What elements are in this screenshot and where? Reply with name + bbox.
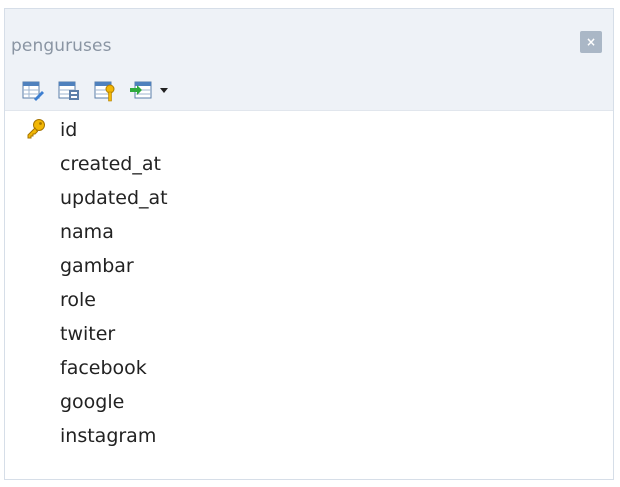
table-properties-button[interactable] [57,79,81,103]
field-name: gambar [60,255,134,277]
field-list: id created_at updated_at nama gambar rol… [5,113,613,453]
primary-key-icon [27,119,45,139]
primary-key-button[interactable] [93,79,117,103]
field-item-role[interactable]: role [5,283,613,317]
field-item-facebook[interactable]: facebook [5,351,613,385]
primary-key-icon [94,81,115,102]
field-item-google[interactable]: google [5,385,613,419]
field-item-created-at[interactable]: created_at [5,147,613,181]
field-item-id[interactable]: id [5,113,613,147]
toolbar [5,71,613,111]
field-name: instagram [60,425,157,447]
table-properties-icon [58,81,79,100]
edit-table-button[interactable] [21,79,45,103]
table-panel: penguruses × id created_at updated_at na… [4,8,614,480]
field-name: created_at [60,153,161,175]
field-item-nama[interactable]: nama [5,215,613,249]
field-name: updated_at [60,187,168,209]
panel-header: penguruses × [5,9,613,71]
field-item-gambar[interactable]: gambar [5,249,613,283]
close-button[interactable]: × [580,31,602,53]
edit-table-icon [22,81,44,101]
import-export-icon [130,81,168,99]
field-name: facebook [60,357,147,379]
field-name: nama [60,221,114,243]
field-item-updated-at[interactable]: updated_at [5,181,613,215]
field-name: twiter [60,323,116,345]
field-name: role [60,289,96,311]
import-export-dropdown[interactable] [129,79,173,103]
field-name: id [60,119,78,141]
field-item-twiter[interactable]: twiter [5,317,613,351]
field-name: google [60,391,125,413]
field-item-instagram[interactable]: instagram [5,419,613,453]
table-title: penguruses [11,36,112,56]
